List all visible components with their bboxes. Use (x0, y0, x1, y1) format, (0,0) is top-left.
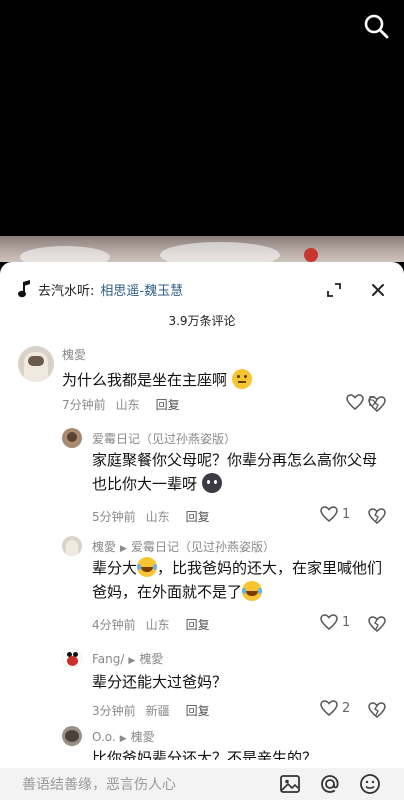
reply-target[interactable]: 槐愛 (139, 652, 163, 666)
reply-target[interactable]: 槐愛 (131, 730, 155, 744)
thinking-emoji-icon (231, 369, 252, 389)
reply-arrow-icon: ▶ (119, 734, 127, 744)
reply-arrow-icon: ▶ (120, 544, 127, 554)
reply-item: 爱霉日记（见过孙燕姿版） 家庭聚餐你父母呢？你辈分再怎么高你父母 也比你大一辈呀… (0, 426, 404, 532)
reply-item: O.o. ▶ 槐愛 比你爸妈辈分还大？不是亲生的？ (0, 726, 404, 760)
comment-text-content: ，比我爸妈的还大，在家里喊他们 (157, 559, 383, 577)
comment-item: 槐愛 为什么我都是坐在主座啊 7分钟前 山东 回复 5 (0, 340, 404, 420)
comments-sheet: 去汽水听: 相思遥-魏玉慧 3.9万条评论 槐愛 为什么我都是坐在主座啊 7分钟… (0, 262, 404, 800)
heart-icon (346, 394, 364, 410)
reply-item: 槐愛 ▶ 爱霉日记（见过孙燕姿版） 辈分大 ，比我爸妈的还大，在家里喊他们 爸妈，在外… (0, 536, 404, 640)
image-icon[interactable] (278, 772, 302, 796)
comment-list[interactable]: 槐愛 为什么我都是坐在主座啊 7分钟前 山东 回复 5 爱霉日记（见过孙燕姿版）… (0, 340, 404, 760)
reply-target[interactable]: 爱霉日记（见过孙燕姿版） (131, 540, 275, 554)
music-song-title[interactable]: 相思遥-魏玉慧 (100, 280, 183, 299)
close-button[interactable] (364, 276, 392, 304)
blob-emoji-icon (201, 473, 222, 493)
dislike-icon[interactable] (368, 616, 386, 632)
comment-time: 3分钟前 (92, 704, 136, 718)
close-icon (372, 284, 384, 296)
music-link[interactable]: 去汽水听: 相思遥-魏玉慧 (18, 278, 183, 300)
comment-text-line: 爸妈，在外面就不是了 (92, 583, 243, 601)
comment-meta: 5分钟前 山东 回复 (92, 508, 210, 525)
heart-icon (320, 614, 338, 630)
reply-arrow-icon: ▶ (128, 656, 136, 666)
video-frame-peek (0, 236, 404, 262)
comment-input[interactable]: 善语结善缘，恶言伤人心 (22, 774, 176, 794)
comment-text: 辈分大 ，比我爸妈的还大，在家里喊他们 爸妈，在外面就不是了 (92, 556, 392, 604)
music-prefix: 去汽水听: (38, 283, 95, 299)
comment-text-content: 为什么我都是坐在主座啊 (62, 371, 228, 389)
comment-text: 辈分还能大过爸妈？ (92, 673, 228, 691)
reply-author[interactable]: 槐愛 (92, 540, 116, 554)
avatar[interactable] (62, 648, 82, 668)
comment-time: 5分钟前 (92, 510, 136, 524)
comment-meta: 7分钟前 山东 回复 (62, 396, 180, 413)
avatar[interactable] (62, 428, 82, 448)
comment-text: 比你爸妈辈分还大？不是亲生的？ (92, 749, 318, 760)
comment-username: Fang/ ▶ 槐愛 (92, 650, 163, 667)
comment-meta: 4分钟前 山东 回复 (92, 616, 210, 633)
avatar[interactable] (62, 726, 82, 746)
like-count: 1 (342, 506, 351, 522)
comment-username: O.o. ▶ 槐愛 (92, 728, 155, 745)
music-note-icon (18, 280, 30, 298)
emoji-icon[interactable] (358, 772, 382, 796)
reply-item: Fang/ ▶ 槐愛 辈分还能大过爸妈？ 3分钟前 新疆 回复 2 (0, 646, 404, 722)
like-count: 1 (342, 614, 351, 630)
comment-text-line: 也比你大一辈呀 (92, 475, 198, 493)
reply-button[interactable]: 回复 (186, 616, 210, 633)
avatar[interactable] (62, 536, 82, 556)
like-button[interactable]: 1 (320, 614, 350, 630)
laughing-crying-emoji-icon (242, 581, 263, 601)
heart-icon (320, 506, 338, 522)
comment-text: 为什么我都是坐在主座啊 (62, 368, 252, 392)
dislike-icon[interactable] (368, 396, 386, 412)
comment-text: 家庭聚餐你父母呢？你辈分再怎么高你父母 也比你大一辈呀 (92, 448, 392, 496)
comment-time: 4分钟前 (92, 618, 136, 632)
like-button[interactable]: 2 (320, 700, 350, 716)
comment-username[interactable]: 爱霉日记（见过孙燕姿版） (92, 430, 236, 447)
comment-location: 山东 (145, 618, 170, 632)
reply-author[interactable]: Fang/ (92, 652, 124, 666)
reply-author[interactable]: O.o. (92, 730, 116, 744)
avatar[interactable] (18, 346, 54, 382)
reply-button[interactable]: 回复 (186, 702, 210, 719)
dislike-icon[interactable] (368, 508, 386, 524)
comment-input-bar: 善语结善缘，恶言伤人心 (0, 768, 404, 800)
comment-username[interactable]: 槐愛 (62, 346, 86, 363)
mention-icon[interactable] (318, 772, 342, 796)
like-button[interactable]: 1 (320, 506, 350, 522)
reply-button[interactable]: 回复 (156, 396, 180, 413)
heart-icon (320, 700, 338, 716)
comment-username: 槐愛 ▶ 爱霉日记（见过孙燕姿版） (92, 538, 275, 555)
comment-time: 7分钟前 (62, 398, 106, 412)
laughing-crying-emoji-icon (137, 557, 158, 577)
dislike-icon[interactable] (368, 702, 386, 718)
comment-location: 新疆 (145, 704, 170, 718)
search-icon[interactable] (362, 12, 390, 40)
expand-icon (327, 283, 341, 297)
like-count: 2 (342, 700, 351, 716)
comment-location: 山东 (115, 398, 140, 412)
comment-text-content: 辈分大 (92, 559, 138, 577)
comment-text-line: 家庭聚餐你父母呢？你辈分再怎么高你父母 (92, 451, 378, 469)
comment-location: 山东 (145, 510, 170, 524)
reply-button[interactable]: 回复 (186, 508, 210, 525)
comment-count: 3.9万条评论 (168, 314, 236, 328)
comment-meta: 3分钟前 新疆 回复 (92, 702, 210, 719)
video-player[interactable] (0, 0, 404, 262)
expand-button[interactable] (320, 276, 348, 304)
